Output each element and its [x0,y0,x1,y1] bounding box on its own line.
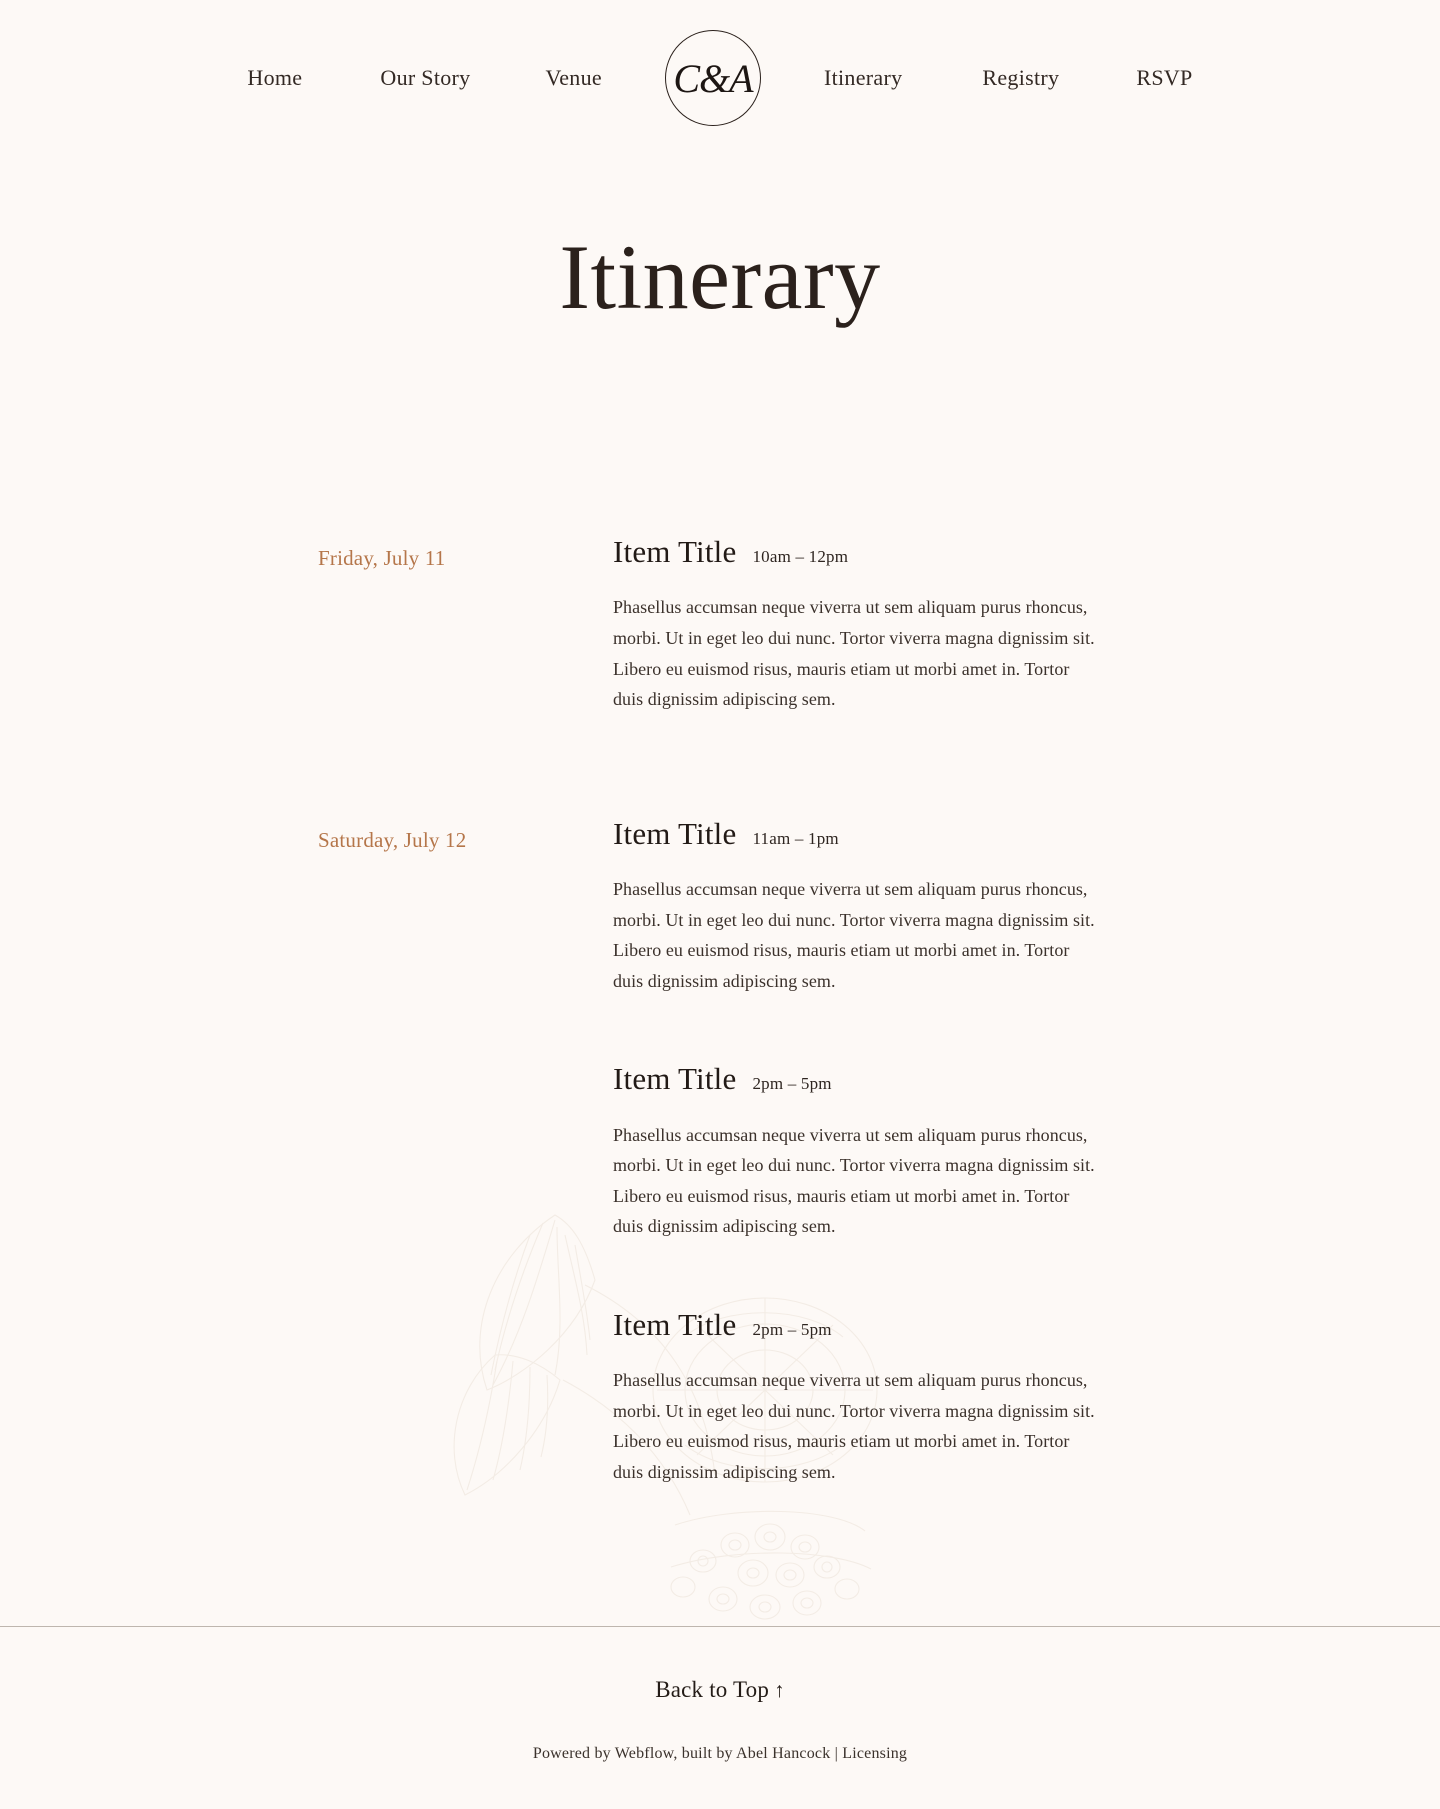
page-root: Home Our Story Venue C&A Itinerary Regis… [0,0,1440,1809]
itinerary-event-header: Item Title 2pm – 5pm [613,1060,1103,1097]
nav-link-itinerary[interactable]: Itinerary [824,66,902,89]
back-to-top-link[interactable]: Back to Top ↑ [655,1677,785,1703]
itinerary-event-header: Item Title 11am – 1pm [613,815,1103,852]
monogram-logo-text: C&A [673,55,753,101]
nav-link-rsvp[interactable]: RSVP [1136,66,1192,89]
colophon-credit: Powered by Webflow, built by Abel Hancoc… [532,1745,831,1762]
itinerary-day: Saturday, July 12 Item Title 11am – 1pm … [318,815,1280,1488]
itinerary-event: Item Title 11am – 1pm Phasellus accumsan… [613,815,1103,997]
itinerary-event-description: Phasellus accumsan neque viverra ut sem … [613,878,1095,991]
itinerary-event-header: Item Title 2pm – 5pm [613,1306,1103,1343]
site-footer: Back to Top ↑ Powered by Webflow, built b… [0,1626,1440,1809]
itinerary-event-title: Item Title [613,534,737,570]
page-title-wrapper: Itinerary [0,226,1440,328]
nav-link-home[interactable]: Home [247,66,302,89]
itinerary-event: Item Title 2pm – 5pm Phasellus accumsan … [613,1060,1103,1242]
itinerary-day-label: Saturday, July 12 [318,827,467,852]
footer-colophon: Powered by Webflow, built by Abel Hancoc… [0,1745,1440,1763]
itinerary-event-description: Phasellus accumsan neque viverra ut sem … [613,597,1095,710]
monogram-logo[interactable]: C&A [664,29,761,126]
itinerary-event: Item Title 10am – 12pm Phasellus accumsa… [613,533,1103,715]
itinerary-event-header: Item Title 10am – 12pm [613,533,1103,570]
nav-link-venue[interactable]: Venue [545,66,601,89]
itinerary-event-title: Item Title [613,1306,737,1342]
nav-left-group: Home Our Story Venue [247,66,602,89]
itinerary-day: Friday, July 11 Item Title 10am – 12pm P… [318,533,1280,715]
primary-navigation: Home Our Story Venue C&A Itinerary Regis… [0,0,1440,155]
itinerary-list: Friday, July 11 Item Title 10am – 12pm P… [0,533,1440,1516]
itinerary-event-description: Phasellus accumsan neque viverra ut sem … [613,1124,1095,1237]
itinerary-event-description: Phasellus accumsan neque viverra ut sem … [613,1370,1095,1482]
itinerary-day-events: Item Title 10am – 12pm Phasellus accumsa… [613,533,1103,715]
itinerary-event-time: 2pm – 5pm [752,1319,832,1339]
itinerary-event: Item Title 2pm – 5pm Phasellus accumsan … [613,1306,1103,1488]
itinerary-day-label: Friday, July 11 [318,546,446,571]
nav-right-group: Itinerary Registry RSVP [824,66,1193,89]
page-title: Itinerary [559,226,881,328]
colophon-separator: | [830,1745,843,1762]
licensing-link[interactable]: Licensing [842,1745,907,1762]
itinerary-day-events: Item Title 11am – 1pm Phasellus accumsan… [613,815,1103,1488]
itinerary-event-time: 10am – 12pm [752,547,849,567]
itinerary-event-time: 11am – 1pm [752,828,839,848]
itinerary-event-title: Item Title [613,1061,737,1097]
nav-link-our-story[interactable]: Our Story [380,66,470,89]
itinerary-event-title: Item Title [613,815,737,851]
itinerary-event-time: 2pm – 5pm [752,1074,832,1094]
nav-link-registry[interactable]: Registry [982,66,1059,89]
back-to-top-label: Back to Top [655,1677,770,1702]
arrow-up-icon: ↑ [774,1678,785,1702]
